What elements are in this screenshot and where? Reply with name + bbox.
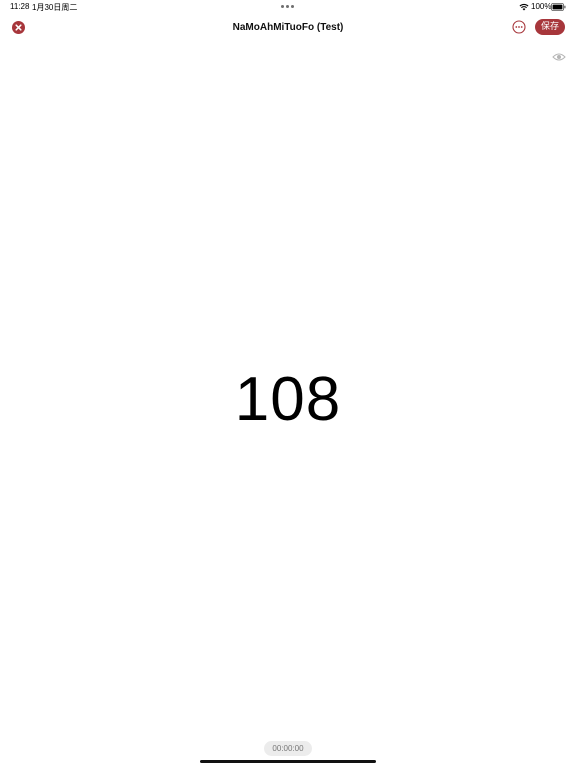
multitasking-dots-icon[interactable]: [281, 5, 295, 9]
nav-bar: NaMoAhMiTuoFo (Test) 保存: [0, 14, 576, 42]
status-bar: 11:28 1月30日周二 100%: [0, 0, 576, 14]
eye-icon: [552, 53, 566, 61]
more-icon: [512, 20, 526, 34]
status-time: 11:28: [10, 2, 30, 11]
status-date: 1月30日周二: [32, 3, 78, 12]
battery-percent: 100%: [531, 2, 552, 11]
counter-display[interactable]: 108: [0, 364, 576, 436]
battery-icon: [551, 3, 566, 11]
more-button[interactable]: [512, 20, 526, 34]
visibility-toggle[interactable]: [552, 52, 566, 62]
home-indicator[interactable]: [200, 760, 376, 763]
wifi-icon: [519, 3, 529, 11]
save-button[interactable]: 保存: [535, 19, 565, 35]
timer-display: 00:00:00: [264, 741, 312, 756]
page-title: NaMoAhMiTuoFo (Test): [232, 22, 344, 33]
